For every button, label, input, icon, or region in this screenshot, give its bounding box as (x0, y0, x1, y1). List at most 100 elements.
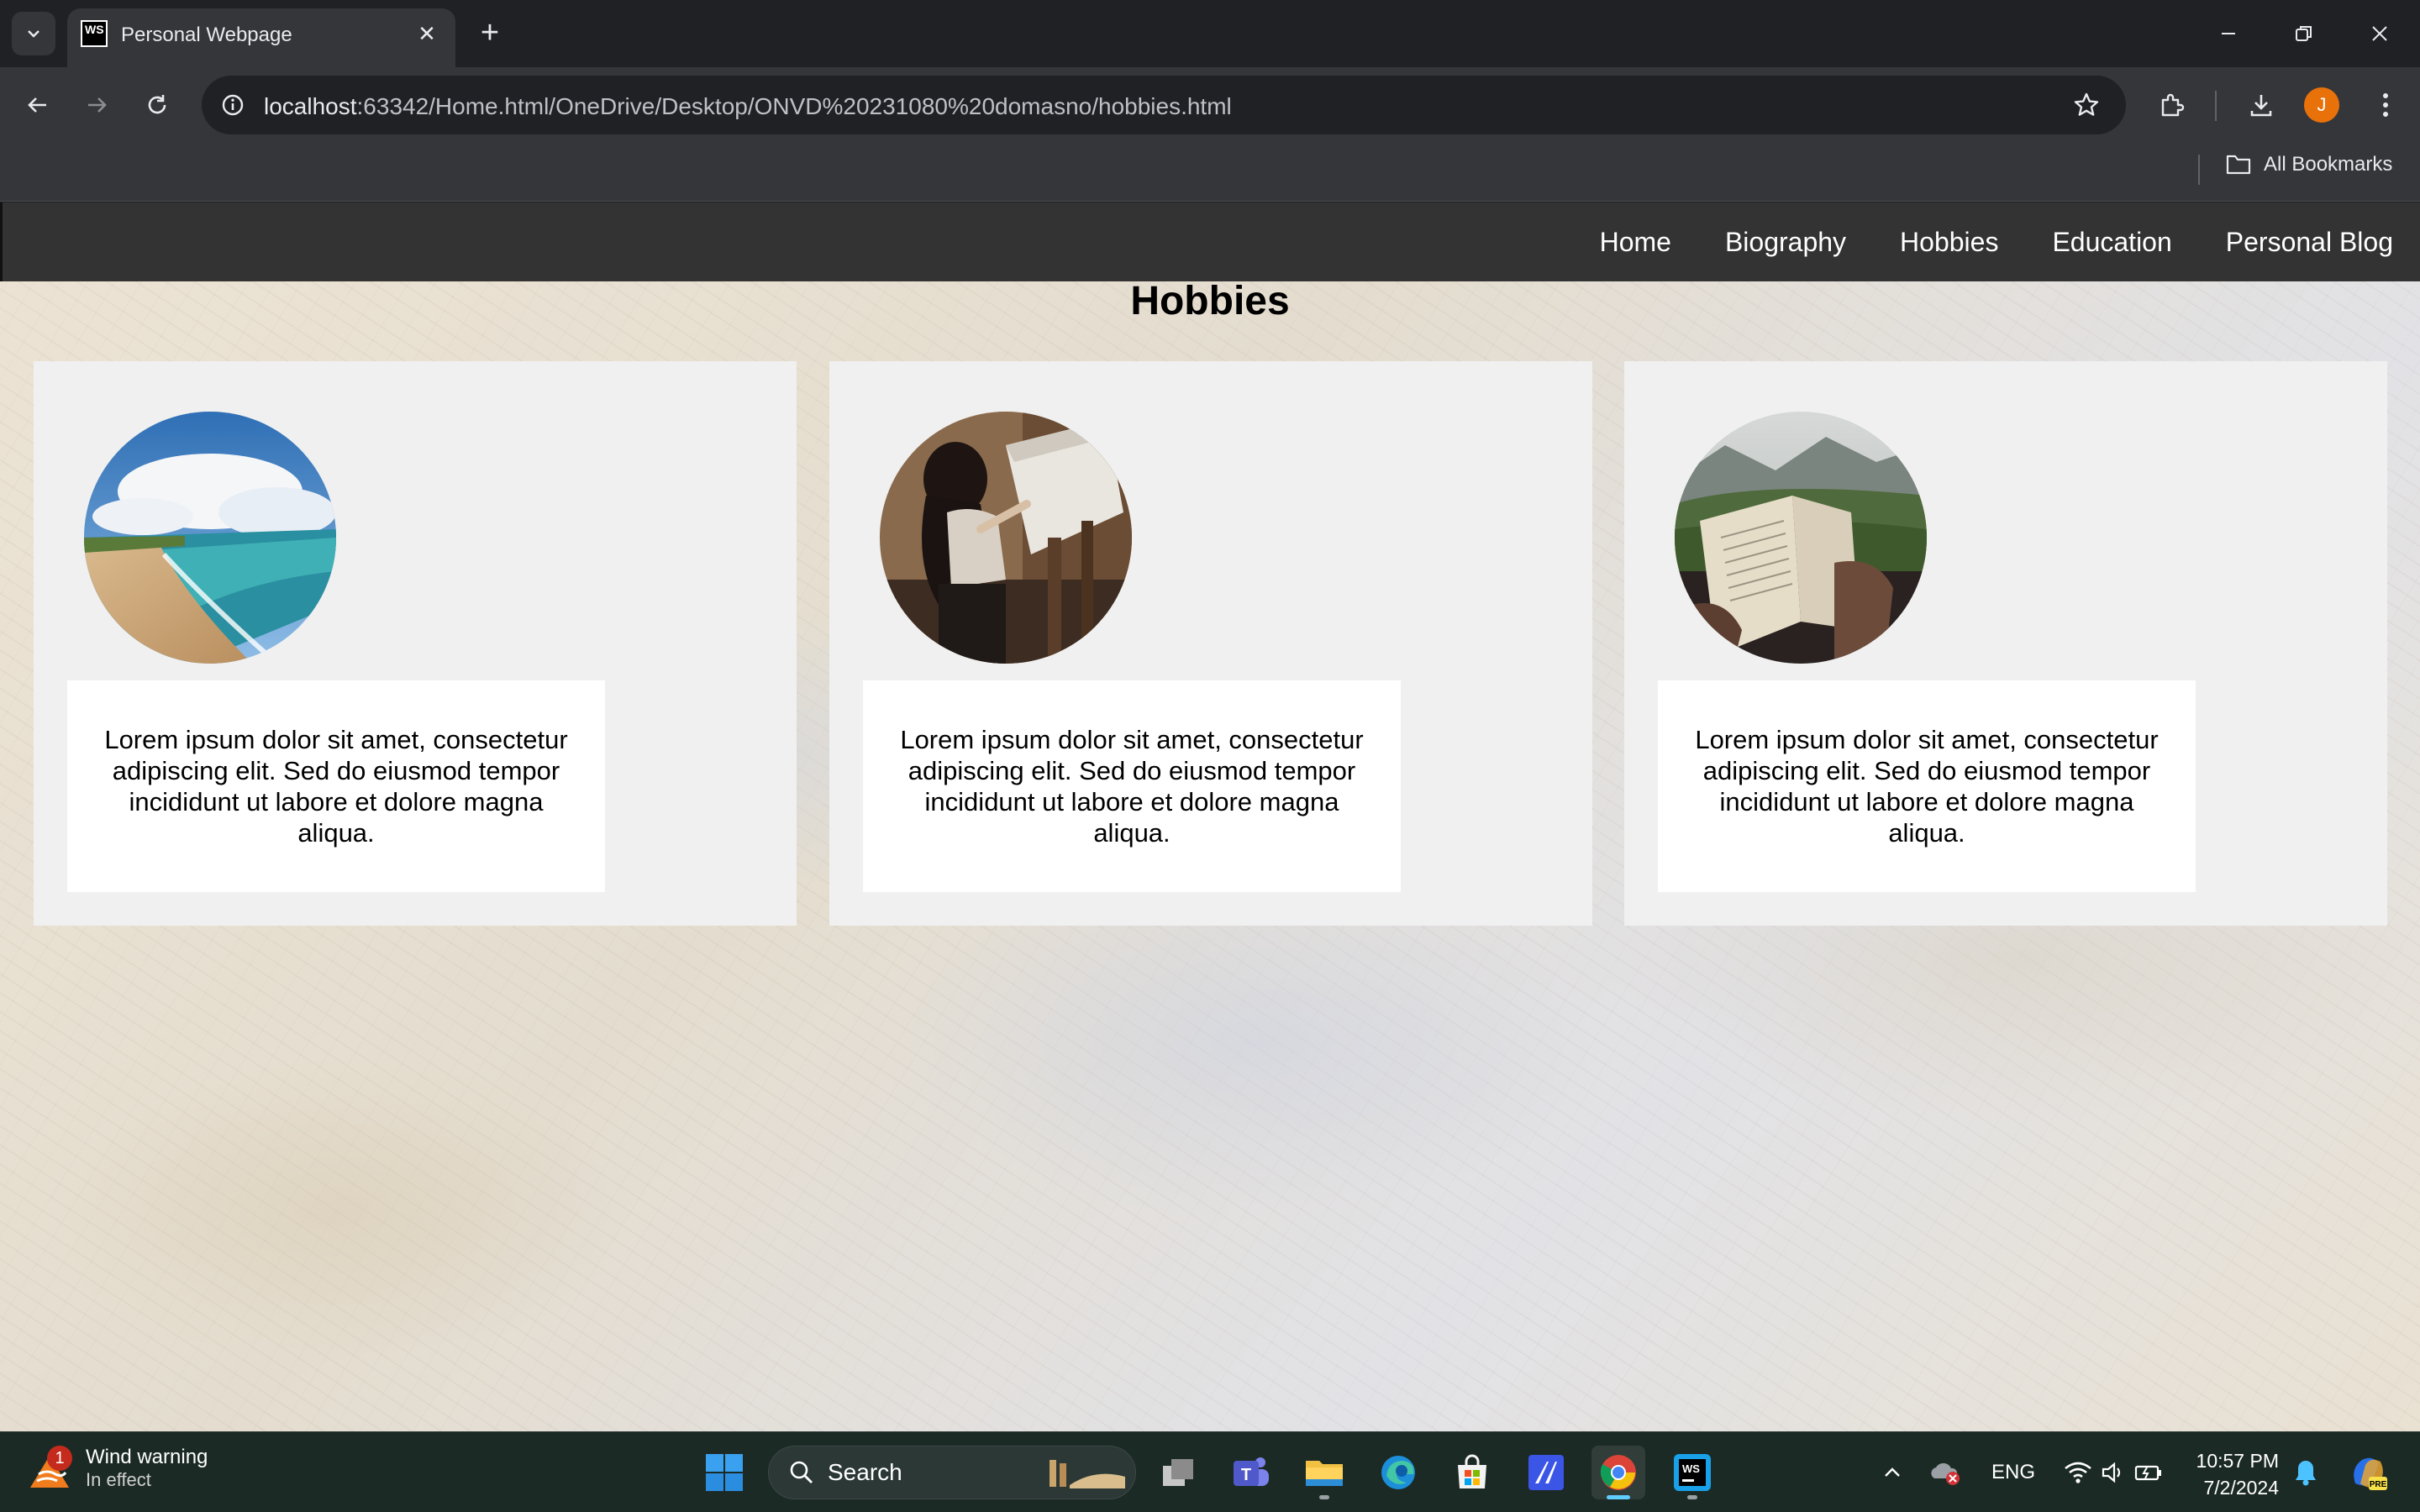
folder-icon (2226, 155, 2251, 175)
hobby-card-text-box: Lorem ipsum dolor sit amet, consectetur … (67, 680, 605, 892)
arrow-left-icon (28, 97, 46, 113)
url-path: :63342/Home.html/OneDrive/Desktop/ONVD%2… (356, 93, 1232, 119)
search-label: Search (828, 1459, 902, 1485)
chevron-down-icon (28, 30, 39, 38)
webstorm-icon: WS (1674, 1454, 1711, 1491)
browser-tab-strip: WS Personal Webpage ✕ + (0, 0, 2420, 67)
tab-close-icon[interactable]: ✕ (412, 18, 442, 49)
chrome-app-button[interactable] (1591, 1446, 1645, 1499)
url-host: localhost (264, 93, 357, 119)
new-tab-button[interactable]: + (471, 15, 509, 54)
chrome-icon (1600, 1455, 1636, 1490)
weather-subtitle: In effect (86, 1469, 151, 1490)
edge-app-button[interactable] (1371, 1446, 1425, 1499)
menu-kebab-icon[interactable] (2365, 84, 2407, 126)
nav-link-home[interactable]: Home (1600, 227, 1671, 258)
bookmarks-separator (2198, 155, 2200, 185)
windows-logo-icon (706, 1454, 743, 1491)
minimize-button[interactable] (2203, 12, 2254, 55)
file-explorer-button[interactable] (1297, 1446, 1351, 1499)
copilot-icon: PRE (2354, 1457, 2387, 1490)
svg-text:PRE: PRE (2370, 1480, 2387, 1489)
hobby-card-text-box: Lorem ipsum dolor sit amet, consectetur … (863, 680, 1401, 892)
task-view-icon (1163, 1459, 1193, 1486)
browser-toolbar: localhost:63342/Home.html/OneDrive/Deskt… (0, 67, 2420, 143)
weather-title: Wind warning (86, 1446, 208, 1468)
back-button[interactable] (17, 84, 59, 126)
extensions-icon[interactable] (2151, 84, 2193, 126)
windows-taskbar: 1 Wind warning In effect Search T WS ENG… (0, 1431, 2420, 1512)
store-icon (1458, 1454, 1486, 1488)
tab-title: Personal Webpage (121, 24, 292, 46)
bookmark-star-icon[interactable] (2067, 86, 2106, 124)
weather-warning-icon: 1 (25, 1444, 74, 1493)
tab-personal-webpage[interactable]: WS Personal Webpage ✕ (67, 8, 455, 67)
svg-text:WS: WS (1682, 1462, 1700, 1475)
quick-settings-button[interactable] (2050, 1446, 2176, 1499)
bookmarks-bar: All Bookmarks (0, 143, 2420, 202)
microsoft-store-button[interactable] (1445, 1446, 1499, 1499)
show-hidden-icons-button[interactable] (1867, 1446, 1918, 1499)
webstorm-app-button[interactable]: WS (1665, 1446, 1719, 1499)
active-indicator (1607, 1495, 1630, 1499)
close-window-button[interactable] (2354, 12, 2405, 55)
all-bookmarks-label: All Bookmarks (2264, 153, 2393, 176)
weather-widget[interactable]: 1 Wind warning In effect (25, 1444, 208, 1493)
nav-links: Home Biography Hobbies Education Persona… (1600, 202, 2393, 281)
all-bookmarks-button[interactable]: All Bookmarks (2225, 153, 2392, 176)
weather-badge: 1 (47, 1446, 72, 1471)
notifications-button[interactable] (2282, 1446, 2329, 1499)
folder-icon (1306, 1461, 1343, 1486)
wifi-icon (2065, 1462, 2091, 1483)
nav-link-education[interactable]: Education (2052, 227, 2171, 258)
page-title: Hobbies (1130, 279, 1290, 323)
tab-search-button[interactable] (12, 12, 55, 55)
onedrive-status-button[interactable] (1919, 1446, 1970, 1499)
beach-photo (84, 412, 336, 664)
webstorm-favicon-icon: WS (81, 20, 108, 47)
volume-icon (2102, 1462, 2121, 1483)
teams-icon: T (1234, 1457, 1269, 1486)
running-indicator (1319, 1495, 1329, 1499)
edge-icon (1381, 1456, 1415, 1489)
start-button[interactable] (697, 1446, 751, 1499)
taskbar-clock[interactable]: 10:57 PM 7/2/2024 (2185, 1447, 2279, 1501)
painting-photo (880, 412, 1132, 664)
url-text[interactable]: localhost:63342/Home.html/OneDrive/Deskt… (264, 93, 1232, 120)
restore-button[interactable] (2279, 12, 2329, 55)
nav-link-hobbies[interactable]: Hobbies (1900, 227, 1998, 258)
hobby-card-text: Lorem ipsum dolor sit amet, consectetur … (900, 725, 1364, 848)
app-icon (1528, 1455, 1564, 1490)
cloud-error-icon (1931, 1462, 1960, 1485)
copilot-button[interactable]: PRE (2341, 1446, 2395, 1499)
search-icon (790, 1461, 813, 1483)
forward-button[interactable] (76, 84, 118, 126)
taskbar-search[interactable]: Search (768, 1446, 1136, 1499)
running-indicator (1687, 1495, 1697, 1499)
task-view-button[interactable] (1151, 1446, 1205, 1499)
profile-avatar[interactable]: J (2304, 87, 2339, 123)
dev-app-button[interactable] (1519, 1446, 1573, 1499)
battery-icon (2134, 1465, 2161, 1481)
language-indicator[interactable]: ENG (1991, 1461, 2035, 1484)
hobby-card: Lorem ipsum dolor sit amet, consectetur … (1624, 361, 2387, 926)
favicon-text: WS (85, 23, 104, 36)
hobby-card-text: Lorem ipsum dolor sit amet, consectetur … (104, 725, 568, 848)
clock-date: 7/2/2024 (2203, 1477, 2279, 1499)
site-info-icon[interactable] (213, 86, 252, 124)
clock-time: 10:57 PM (2196, 1450, 2279, 1472)
bell-icon (2296, 1461, 2316, 1486)
restore-icon (2296, 26, 2312, 41)
reload-button[interactable] (136, 84, 178, 126)
minimize-icon (2222, 33, 2235, 34)
page-viewport: Home Biography Hobbies Education Persona… (0, 202, 2420, 1431)
nav-link-personal-blog[interactable]: Personal Blog (2226, 227, 2393, 258)
teams-app-button[interactable]: T (1223, 1446, 1277, 1499)
site-navbar: Home Biography Hobbies Education Persona… (0, 202, 2420, 281)
chevron-up-icon (1885, 1467, 1900, 1477)
reload-icon (148, 95, 166, 114)
address-bar[interactable]: localhost:63342/Home.html/OneDrive/Deskt… (202, 76, 2126, 134)
nav-link-biography[interactable]: Biography (1725, 227, 1846, 258)
arrow-right-icon (88, 97, 107, 113)
downloads-icon[interactable] (2240, 84, 2282, 126)
